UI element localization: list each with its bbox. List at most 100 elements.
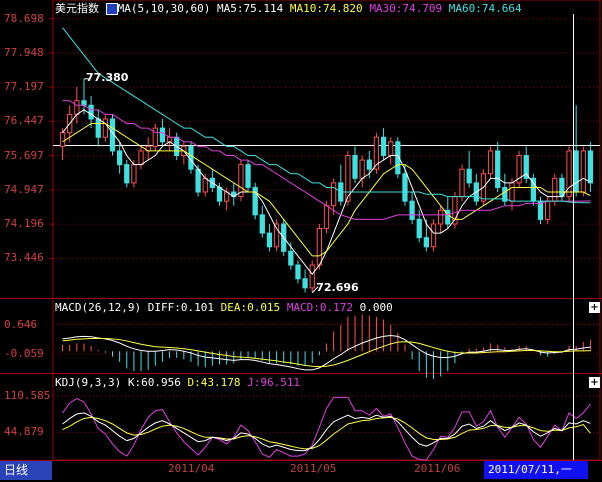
kdj-d-value: D:43.178 [187, 376, 241, 389]
macd-legend: MACD(26,12,9) DIFF:0.101 DEA:0.015 MACD:… [55, 301, 393, 314]
macd-diff-line [62, 335, 591, 371]
macd-expand-button[interactable]: + [589, 302, 600, 313]
candle-body [288, 250, 294, 266]
candle-body [245, 164, 251, 188]
ma-line-ma60 [62, 27, 591, 204]
candle-body [102, 118, 109, 138]
candle-body [580, 150, 586, 193]
candle-body [330, 182, 337, 207]
candle-body [509, 182, 515, 202]
ma30-value: MA30:74.709 [369, 2, 443, 15]
candle-body [195, 168, 201, 193]
kdj-j-value: J:96.511 [247, 376, 301, 389]
price-y-label: 75.697 [4, 148, 44, 162]
candle-body [402, 173, 408, 202]
candle-body [559, 177, 565, 198]
low-price-label: 72.696 [316, 280, 359, 294]
candle-body [295, 264, 301, 280]
candle-body [366, 159, 372, 170]
kdj-y-label: 110.585 [4, 388, 51, 402]
candle-body [423, 237, 430, 248]
candle-body [487, 150, 494, 175]
price-y-label: 77.197 [4, 80, 44, 94]
macd-dea-line [62, 337, 591, 368]
kdj-expand-button[interactable]: + [589, 377, 600, 388]
candle-body [202, 177, 208, 193]
high-price-label: 77.380 [85, 70, 129, 84]
candle-body [59, 132, 66, 147]
ma5-value: MA5:75.114 [216, 2, 284, 15]
candle-body [302, 278, 308, 289]
cursor-date-box: 2011/07/11,一 [484, 461, 588, 479]
date-label-jun: 2011/06 [414, 462, 461, 475]
kdj-legend: KDJ(9,3,3) K:60.956 D:43.178 J:96.511 [55, 376, 300, 389]
ma-params-label: MA(5,10,30,60) [117, 2, 211, 15]
candle-body [216, 186, 223, 202]
price-y-label: 77.948 [4, 45, 44, 59]
macd-y-label: 0.646 [4, 317, 38, 331]
candlesticks [59, 78, 594, 293]
candle-body [309, 264, 315, 289]
chart-stage[interactable]: 78.698 77.948 77.197 76.447 75.697 74.947 74.1… [0, 0, 602, 482]
period-tab-daily[interactable]: 日线 [0, 461, 52, 480]
macd-dea-value: DEA:0.015 [220, 301, 281, 314]
candle-body [74, 100, 80, 115]
kdj-series [62, 396, 591, 461]
kdj-j-line [62, 396, 591, 461]
price-legend: 美元指数 MA(5,10,30,60) MA5:75.114 MA10:74.8… [55, 2, 522, 15]
candle-body [437, 209, 444, 225]
candle-body [495, 150, 501, 188]
price-y-label: 73.446 [4, 251, 44, 265]
candle-body [409, 200, 415, 220]
instrument-title: 美元指数 [55, 2, 99, 15]
kdj-d-line [62, 416, 591, 450]
ma-toggle-icon[interactable] [105, 3, 118, 15]
candle-body [359, 159, 365, 179]
candle-body [380, 136, 387, 156]
candle-body [88, 104, 94, 120]
macd-zero-value: 0.000 [359, 301, 393, 314]
date-label-apr: 2011/04 [168, 462, 215, 475]
candle-body [138, 150, 144, 166]
candle-body [316, 228, 323, 266]
price-y-label: 74.196 [4, 217, 44, 231]
macd-y-label: -0.059 [4, 346, 44, 360]
kdj-k-line [62, 412, 591, 452]
candle-body [81, 100, 87, 106]
candle-body [152, 127, 158, 147]
candle-body [416, 218, 422, 239]
candle-body [273, 223, 280, 248]
candle-body [573, 150, 579, 193]
candle-body [466, 168, 472, 184]
price-y-label: 74.947 [4, 182, 44, 196]
candle-body [159, 127, 166, 143]
kdj-k-value: K:60.956 [127, 376, 181, 389]
period-tab-label: 日线 [4, 463, 29, 477]
kdj-y-label: 44.879 [4, 425, 44, 439]
candle-body [587, 150, 594, 184]
macd-series [62, 314, 591, 380]
candle-body [166, 136, 173, 143]
candle-body [259, 214, 265, 234]
cursor-date-label: 2011/07/11,一 [488, 463, 572, 476]
candle-body [131, 164, 137, 184]
candle-body [552, 177, 558, 202]
kdj-params-label: KDJ(9,3,3) [55, 376, 122, 389]
price-y-label: 78.698 [4, 11, 44, 25]
candle-body [352, 155, 358, 179]
macd-params-label: MACD(26,12,9) [55, 301, 142, 314]
candle-body [323, 205, 330, 230]
macd-macd-value: MACD:0.172 [286, 301, 354, 314]
candle-body [544, 200, 551, 220]
low-price-marker: 72.696 [316, 281, 358, 294]
candle-body [459, 168, 465, 198]
candle-body [116, 150, 123, 166]
price-y-label: 76.447 [4, 114, 44, 128]
candle-body [388, 141, 394, 157]
high-price-marker: 77.380 [86, 71, 128, 84]
candle-body [95, 118, 101, 138]
chart-frame [0, 0, 602, 461]
ma60-value: MA60:74.664 [448, 2, 522, 15]
candle-body [430, 223, 437, 248]
date-label-may: 2011/05 [290, 462, 337, 475]
